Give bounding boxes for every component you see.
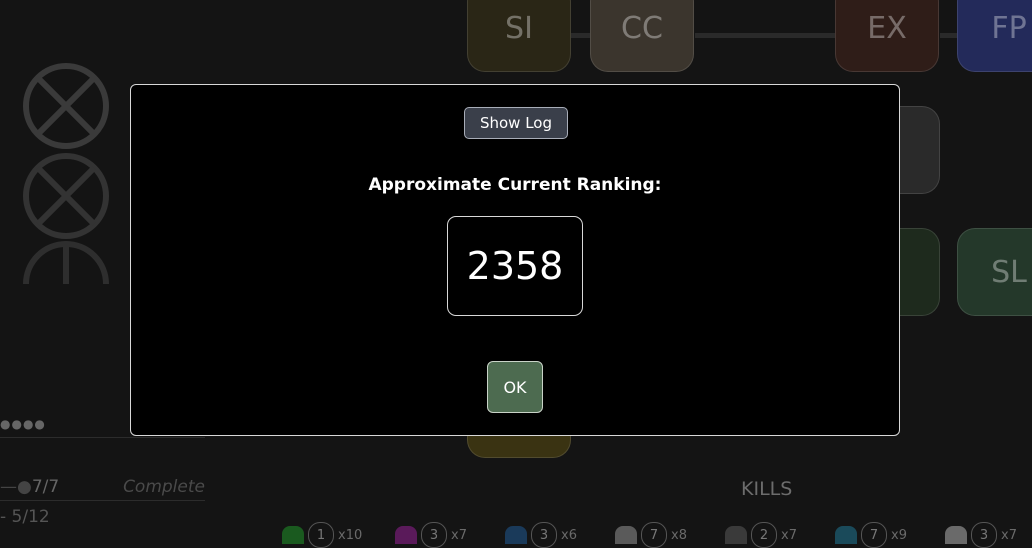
graph-node-fp: FP bbox=[957, 0, 1032, 72]
ok-button[interactable]: OK bbox=[487, 361, 543, 413]
creature-icon bbox=[395, 526, 417, 544]
kill-item: 7 x8 bbox=[615, 522, 687, 548]
sidebar-second-row: - 5/12 bbox=[0, 507, 50, 527]
ranking-label: Approximate Current Ranking: bbox=[368, 175, 662, 195]
creature-icon bbox=[505, 526, 527, 544]
kill-item: 7 x9 bbox=[835, 522, 907, 548]
kill-item: 3 x6 bbox=[505, 522, 577, 548]
crossed-circle-icon bbox=[23, 63, 109, 149]
ranking-value: 2358 bbox=[447, 216, 583, 316]
crossed-circle-icon bbox=[23, 153, 109, 239]
sidebar-progress-row: —● 7/7 Complete bbox=[0, 473, 205, 501]
creature-icon bbox=[282, 526, 304, 544]
creature-icon bbox=[945, 526, 967, 544]
graph-node-sl: SL bbox=[957, 228, 1032, 316]
kills-title: KILLS bbox=[741, 478, 793, 500]
graph-node-si: SI bbox=[467, 0, 571, 72]
creature-icon bbox=[835, 526, 857, 544]
kill-item: 3 x7 bbox=[945, 522, 1017, 548]
graph-node-cc: CC bbox=[590, 0, 694, 72]
graph-edge bbox=[570, 33, 590, 38]
creature-icon bbox=[615, 526, 637, 544]
ranking-modal: Show Log Approximate Current Ranking: 23… bbox=[130, 84, 900, 436]
graph-edge bbox=[695, 33, 835, 38]
kill-item: 2 x7 bbox=[725, 522, 797, 548]
rune-icon bbox=[23, 241, 109, 285]
show-log-button[interactable]: Show Log bbox=[464, 107, 568, 139]
kill-item: 1 x10 bbox=[282, 522, 362, 548]
kill-item: 3 x7 bbox=[395, 522, 467, 548]
graph-node-ex: EX bbox=[835, 0, 939, 72]
creature-icon bbox=[725, 526, 747, 544]
